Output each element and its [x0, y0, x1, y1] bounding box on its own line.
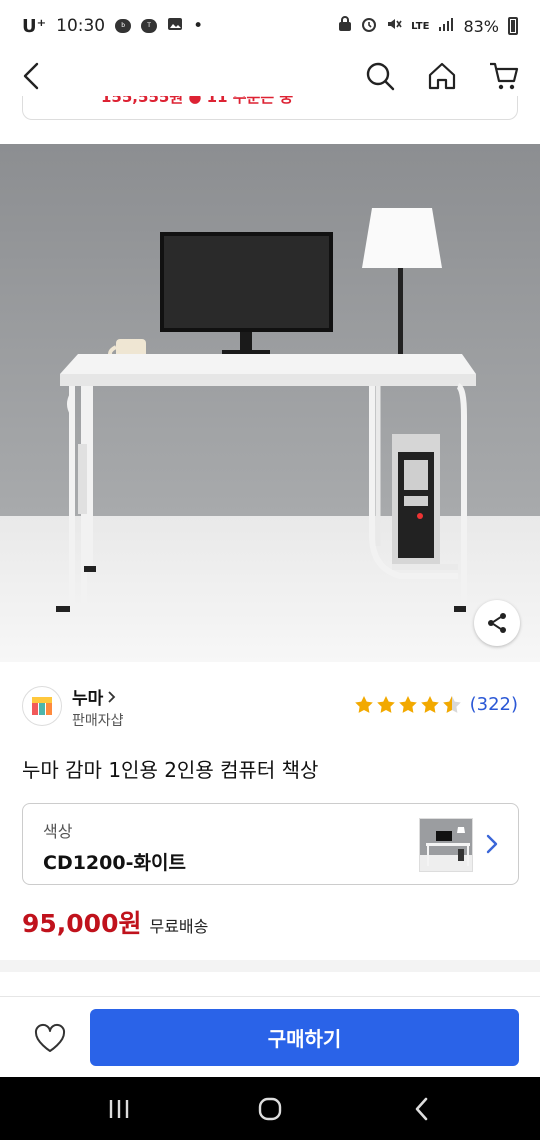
carrier-label: U⁺: [22, 15, 47, 37]
price: 95,000원: [22, 909, 142, 938]
half-star-icon: [442, 695, 461, 713]
talk-icon: T: [141, 19, 158, 33]
seller-logo[interactable]: [22, 686, 62, 726]
blog-icon: b: [115, 19, 132, 33]
home-button[interactable]: [422, 56, 462, 96]
heart-icon: [34, 1023, 66, 1052]
back-nav-button[interactable]: [392, 1089, 452, 1129]
cart-icon: [490, 62, 519, 90]
back-chevron-icon: [415, 1097, 428, 1121]
seller-type: 판매자샵: [72, 713, 124, 729]
search-button[interactable]: [360, 56, 400, 96]
star-icon: [376, 695, 395, 713]
star-icon: [420, 695, 439, 713]
recents-icon: [109, 1100, 129, 1118]
alarm-icon: [361, 16, 377, 36]
shipping-info: 무료배송: [149, 917, 209, 936]
chevron-right-icon: [108, 690, 116, 703]
search-icon: [366, 62, 395, 91]
bottom-bar-divider: [0, 996, 540, 997]
seller-row: 누마 판매자샵 (322): [22, 684, 518, 732]
signal-icon: [438, 16, 454, 36]
recents-button[interactable]: [89, 1089, 149, 1129]
dot-icon: •: [193, 16, 204, 36]
lock-icon: [338, 16, 352, 36]
home-circle-icon: [258, 1097, 282, 1121]
price-row: 95,000원 무료배송: [22, 904, 208, 940]
scrolled-card-text: 155,555원 ● 11 주문은 중: [101, 96, 294, 106]
home-icon: [428, 62, 456, 90]
home-nav-button[interactable]: [240, 1089, 300, 1129]
top-nav: [0, 52, 540, 98]
share-button[interactable]: [474, 600, 520, 646]
system-nav-bar: [0, 1077, 540, 1140]
back-arrow-icon: [23, 62, 39, 90]
back-button[interactable]: [12, 56, 52, 96]
wishlist-button[interactable]: [22, 1012, 78, 1064]
option-value: CD1200-화이트: [43, 852, 186, 874]
clock: 10:30: [56, 16, 106, 36]
image-icon: [167, 16, 183, 37]
lte-icon: LTE: [411, 20, 430, 32]
battery-icon: [508, 17, 518, 35]
option-thumbnail: [419, 818, 473, 872]
product-image[interactable]: [0, 144, 540, 662]
review-count: (322): [469, 694, 518, 715]
battery-label: 83%: [463, 16, 499, 36]
shop-logo-icon: [32, 697, 52, 715]
seller-name: 누마: [72, 689, 104, 709]
option-label: 색상: [43, 822, 73, 841]
product-title: 누마 감마 1인용 2인용 컴퓨터 책상: [22, 758, 319, 782]
section-divider: [0, 960, 540, 972]
share-icon: [488, 613, 506, 633]
buy-button[interactable]: 구매하기: [90, 1009, 519, 1066]
star-icon: [398, 695, 417, 713]
rating[interactable]: (322): [354, 694, 518, 715]
cart-button[interactable]: [484, 56, 524, 96]
chevron-right-icon: [486, 834, 498, 854]
scrolled-card: 155,555원 ● 11 주문은 중: [22, 96, 518, 120]
seller-name-link[interactable]: 누마: [72, 684, 117, 709]
desk-thumbnail: [420, 819, 472, 871]
star-icon: [354, 695, 373, 713]
desk-photo: [0, 144, 540, 662]
mute-icon: [386, 16, 402, 36]
option-selector[interactable]: 색상 CD1200-화이트: [22, 803, 519, 885]
status-bar: U⁺ 10:30 b T • LTE 83%: [0, 0, 540, 52]
